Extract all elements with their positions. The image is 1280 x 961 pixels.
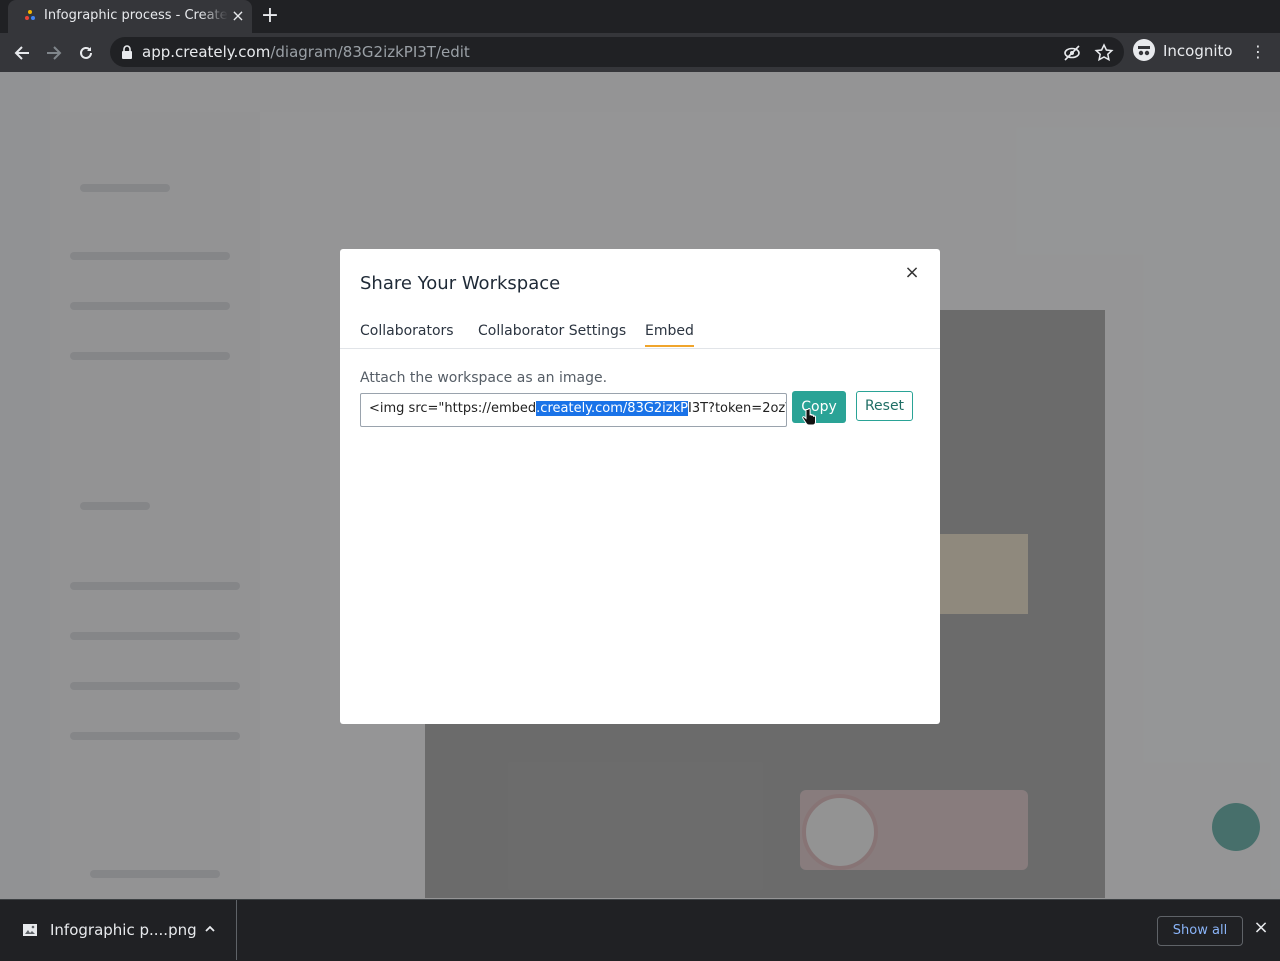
browser-toolbar: app.creately.com/diagram/83G2izkPI3T/edi… [0,33,1280,72]
address-bar[interactable]: app.creately.com/diagram/83G2izkPI3T/edi… [110,37,1124,67]
tab-title: Infographic process - Creately [44,8,228,23]
lock-icon [122,45,132,59]
embed-code-before: <img src="https://embed [369,401,537,416]
plus-icon[interactable]: + [259,5,281,28]
download-bar: Infographic p....png Show all × [0,899,1280,961]
profile-label: Incognito [1163,42,1233,60]
show-all-button[interactable]: Show all [1157,916,1243,946]
back-arrow-icon[interactable] [8,39,36,67]
eye-off-icon[interactable] [1062,43,1082,63]
tab-collaborator-settings[interactable]: Collaborator Settings [478,323,626,339]
reset-button[interactable]: Reset [856,391,913,421]
embed-code-field[interactable]: <img src="https://embed.creately.com/83G… [360,393,787,427]
url-host: app.creately.com [142,43,271,61]
incognito-icon [1133,39,1155,61]
tab-embed[interactable]: Embed [645,323,694,347]
download-file-name: Infographic p....png [50,921,197,939]
image-file-icon [23,924,37,936]
dialog-title: Share Your Workspace [360,273,561,294]
star-icon[interactable] [1094,43,1114,63]
url-text: app.creately.com/diagram/83G2izkPI3T/edi… [142,43,470,61]
attach-description: Attach the workspace as an image. [360,370,608,386]
share-dialog: Share Your Workspace × Collaborators Col… [340,249,940,724]
hand-cursor-icon [802,408,816,426]
browser-tab[interactable]: Infographic process - Creately × [8,0,252,33]
download-item[interactable]: Infographic p....png [8,900,237,960]
url-path: /diagram/83G2izkPI3T/edit [270,43,470,61]
creately-favicon-icon [25,10,35,20]
embed-code-selection: .creately.com/83G2izkP [536,401,688,416]
chevron-up-icon[interactable] [204,919,216,939]
profile-button[interactable]: Incognito [1133,38,1233,66]
dialog-tabs: Collaborators Collaborator Settings Embe… [340,319,940,349]
reload-icon[interactable] [72,39,100,67]
more-menu-icon[interactable]: ⋮ [1248,41,1268,63]
embed-code-text: <img src="https://embed.creately.com/83G… [369,401,787,416]
close-icon[interactable]: × [902,263,922,283]
close-icon[interactable]: × [230,8,246,24]
tab-collaborators[interactable]: Collaborators [360,323,454,339]
browser-tab-strip: Infographic process - Creately × + [0,0,1280,33]
embed-code-after: I3T?token=2ozV [688,401,787,416]
page-content: Share Your Workspace × Collaborators Col… [0,72,1280,899]
close-icon[interactable]: × [1252,919,1270,937]
forward-arrow-icon[interactable] [40,39,68,67]
